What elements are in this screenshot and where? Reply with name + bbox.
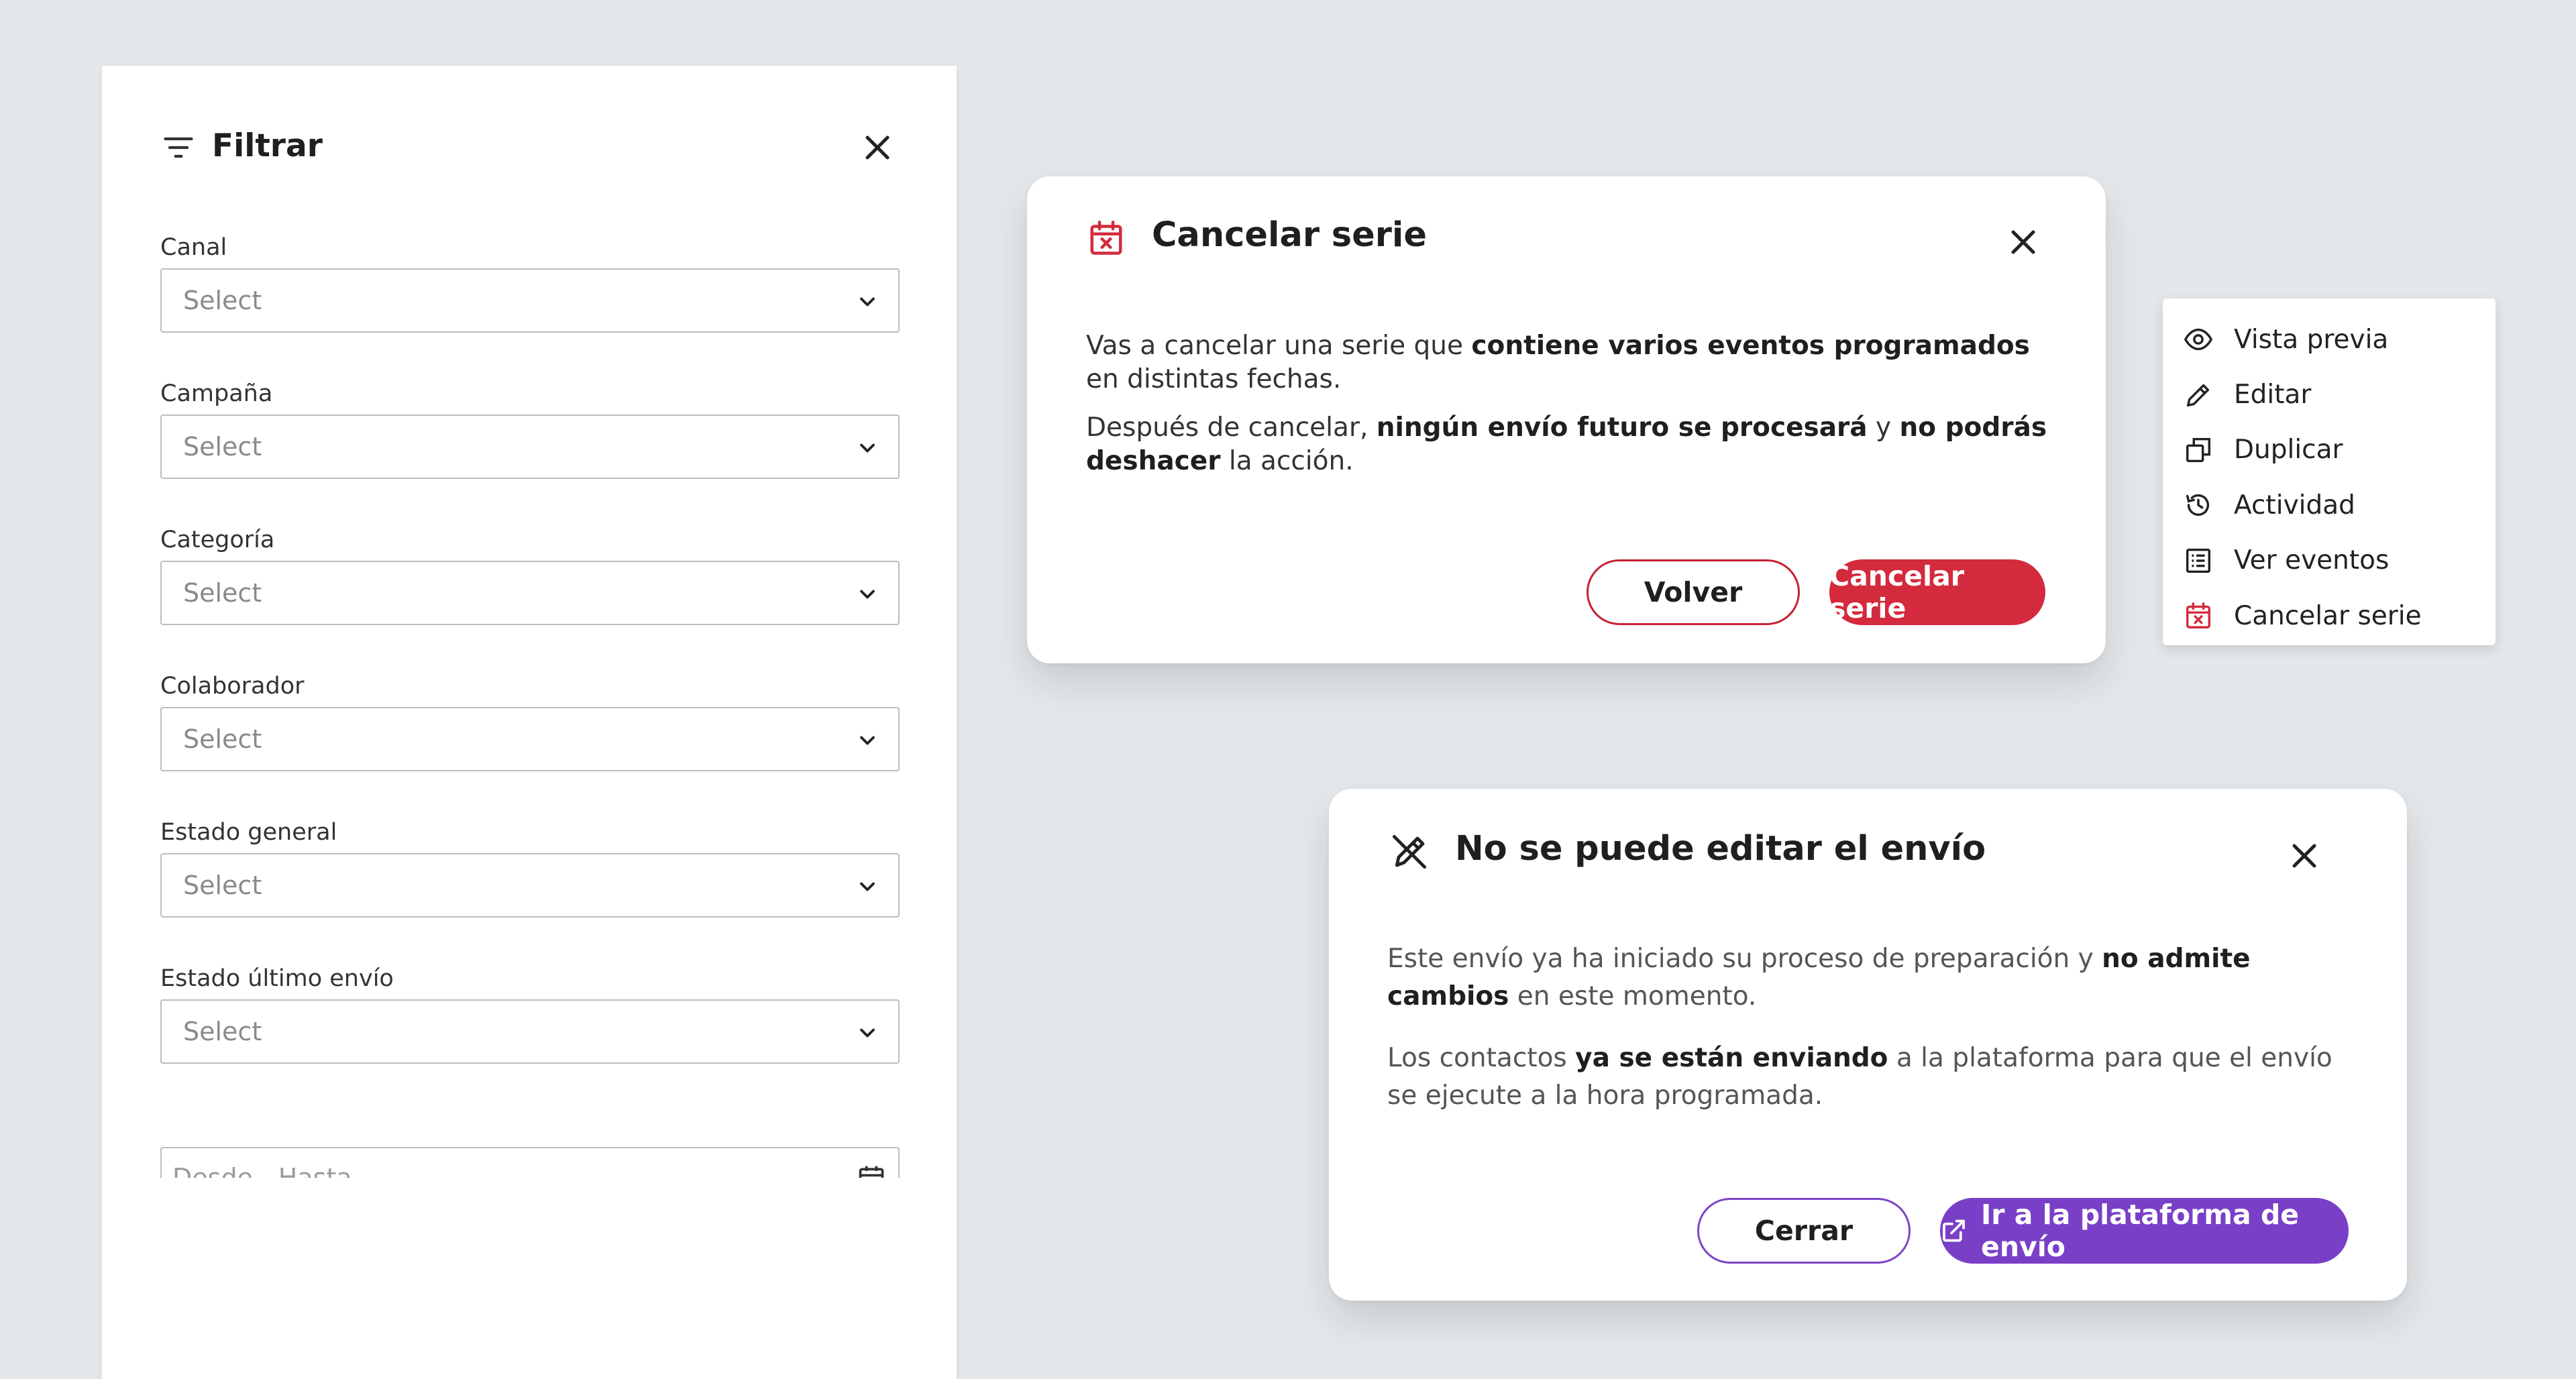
cancel-series-modal: Cancelar serie Vas a cancelar una serie … [1027,176,2106,663]
filter-panel: Filtrar Canal Select Campaña Select Cate… [102,66,957,1379]
menu-item-label: Actividad [2234,490,2355,520]
field-label: Categoría [160,527,275,553]
body-emphasis: ningún envío futuro se procesará [1376,412,1868,443]
duplicate-icon [2183,435,2214,465]
cancel-series-button[interactable]: Cancelar serie [1829,559,2045,625]
select-value: Select [183,578,262,608]
body-emphasis: contiene varios eventos programados [1471,331,2030,361]
modal-title: Cancelar serie [1152,215,1427,255]
chevron-down-icon [855,875,879,899]
field-canal: Canal Select [160,231,900,333]
body-text: Los contactos [1387,1043,1576,1073]
body-text: en este momento. [1509,981,1757,1011]
body-text: Vas a cancelar una serie que [1086,331,1472,361]
body-emphasis: ya se están enviando [1575,1043,1888,1073]
go-to-platform-button[interactable]: Ir a la plataforma de envío [1940,1198,2349,1264]
chevron-down-icon [855,728,879,753]
colaborador-select[interactable]: Select [160,707,900,771]
modal-body: Vas a cancelar una serie que contiene va… [1086,329,2052,493]
modal-paragraph: Los contactos ya se están enviando a la … [1387,1040,2353,1115]
filter-title: Filtrar [212,127,323,164]
modal-paragraph: Este envío ya ha iniciado su proceso de … [1387,940,2353,1015]
close-icon[interactable] [2003,222,2043,262]
menu-item-view-events[interactable]: Ver eventos [2163,533,2496,588]
body-text: Después de cancelar, [1086,412,1377,443]
body-text: Este envío ya ha iniciado su proceso de … [1387,944,2102,974]
chevron-down-icon [855,290,879,314]
estado-ultimo-envio-select[interactable]: Select [160,999,900,1064]
menu-item-activity[interactable]: Actividad [2163,478,2496,533]
estado-general-select[interactable]: Select [160,853,900,918]
field-categoria: Categoría Select [160,523,900,625]
modal-body: Este envío ya ha iniciado su proceso de … [1387,940,2353,1139]
calendar-x-icon [1086,218,1126,258]
field-estado-ultimo-envio: Estado último envío Select [160,962,900,1064]
external-link-icon [1943,1219,1965,1242]
filter-header: Filtrar [161,114,898,181]
close-icon[interactable] [857,127,898,168]
body-text: y [1867,412,1900,443]
pencil-off-icon [1388,830,1431,873]
go-to-platform-label: Ir a la plataforma de envío [1981,1199,2300,1263]
chevron-down-icon [855,436,879,460]
back-button[interactable]: Volver [1587,559,1800,625]
date-range-placeholder: Desde - Hasta [172,1163,352,1178]
list-icon [2183,545,2214,576]
field-label: Estado general [160,819,337,846]
close-icon[interactable] [2284,836,2324,876]
menu-item-label: Ver eventos [2234,545,2390,576]
menu-item-duplicate[interactable]: Duplicar [2163,423,2496,478]
menu-item-preview[interactable]: Vista previa [2163,312,2496,367]
field-label: Campaña [160,380,273,407]
pencil-icon [2183,380,2214,410]
field-label: Canal [160,234,227,261]
context-menu: Vista previa Editar Duplicar Actividad V… [2163,298,2496,645]
body-text: la acción. [1220,446,1354,476]
menu-item-edit[interactable]: Editar [2163,367,2496,422]
menu-item-label: Duplicar [2234,435,2343,465]
modal-paragraph: Vas a cancelar una serie que contiene va… [1086,329,2052,396]
campana-select[interactable]: Select [160,415,900,479]
select-value: Select [183,286,262,315]
date-range-input[interactable]: Desde - Hasta [160,1147,900,1178]
modal-paragraph: Después de cancelar, ningún envío futuro… [1086,411,2052,478]
chevron-down-icon [855,1021,879,1045]
close-button[interactable]: Cerrar [1697,1198,1911,1264]
history-icon [2183,490,2214,520]
menu-item-label: Vista previa [2234,324,2389,355]
select-value: Select [183,871,262,900]
select-value: Select [183,724,262,754]
menu-item-cancel-series[interactable]: Cancelar serie [2163,588,2496,643]
filter-lines-icon [161,130,196,165]
menu-item-label: Cancelar serie [2234,600,2422,631]
menu-item-label: Editar [2234,380,2312,410]
modal-title: No se puede editar el envío [1455,829,1986,869]
field-label: Estado último envío [160,965,394,992]
eye-icon [2183,324,2214,355]
body-text: en distintas fechas. [1086,364,1342,394]
calendar-icon [857,1163,886,1178]
field-label: Colaborador [160,673,305,700]
field-campana: Campaña Select [160,377,900,479]
field-colaborador: Colaborador Select [160,669,900,771]
cannot-edit-modal: No se puede editar el envío Este envío y… [1329,789,2407,1301]
chevron-down-icon [855,582,879,606]
categoria-select[interactable]: Select [160,561,900,625]
calendar-x-icon [2183,600,2214,631]
select-value: Select [183,432,262,461]
field-estado-general: Estado general Select [160,816,900,918]
canal-select[interactable]: Select [160,268,900,333]
select-value: Select [183,1017,262,1046]
